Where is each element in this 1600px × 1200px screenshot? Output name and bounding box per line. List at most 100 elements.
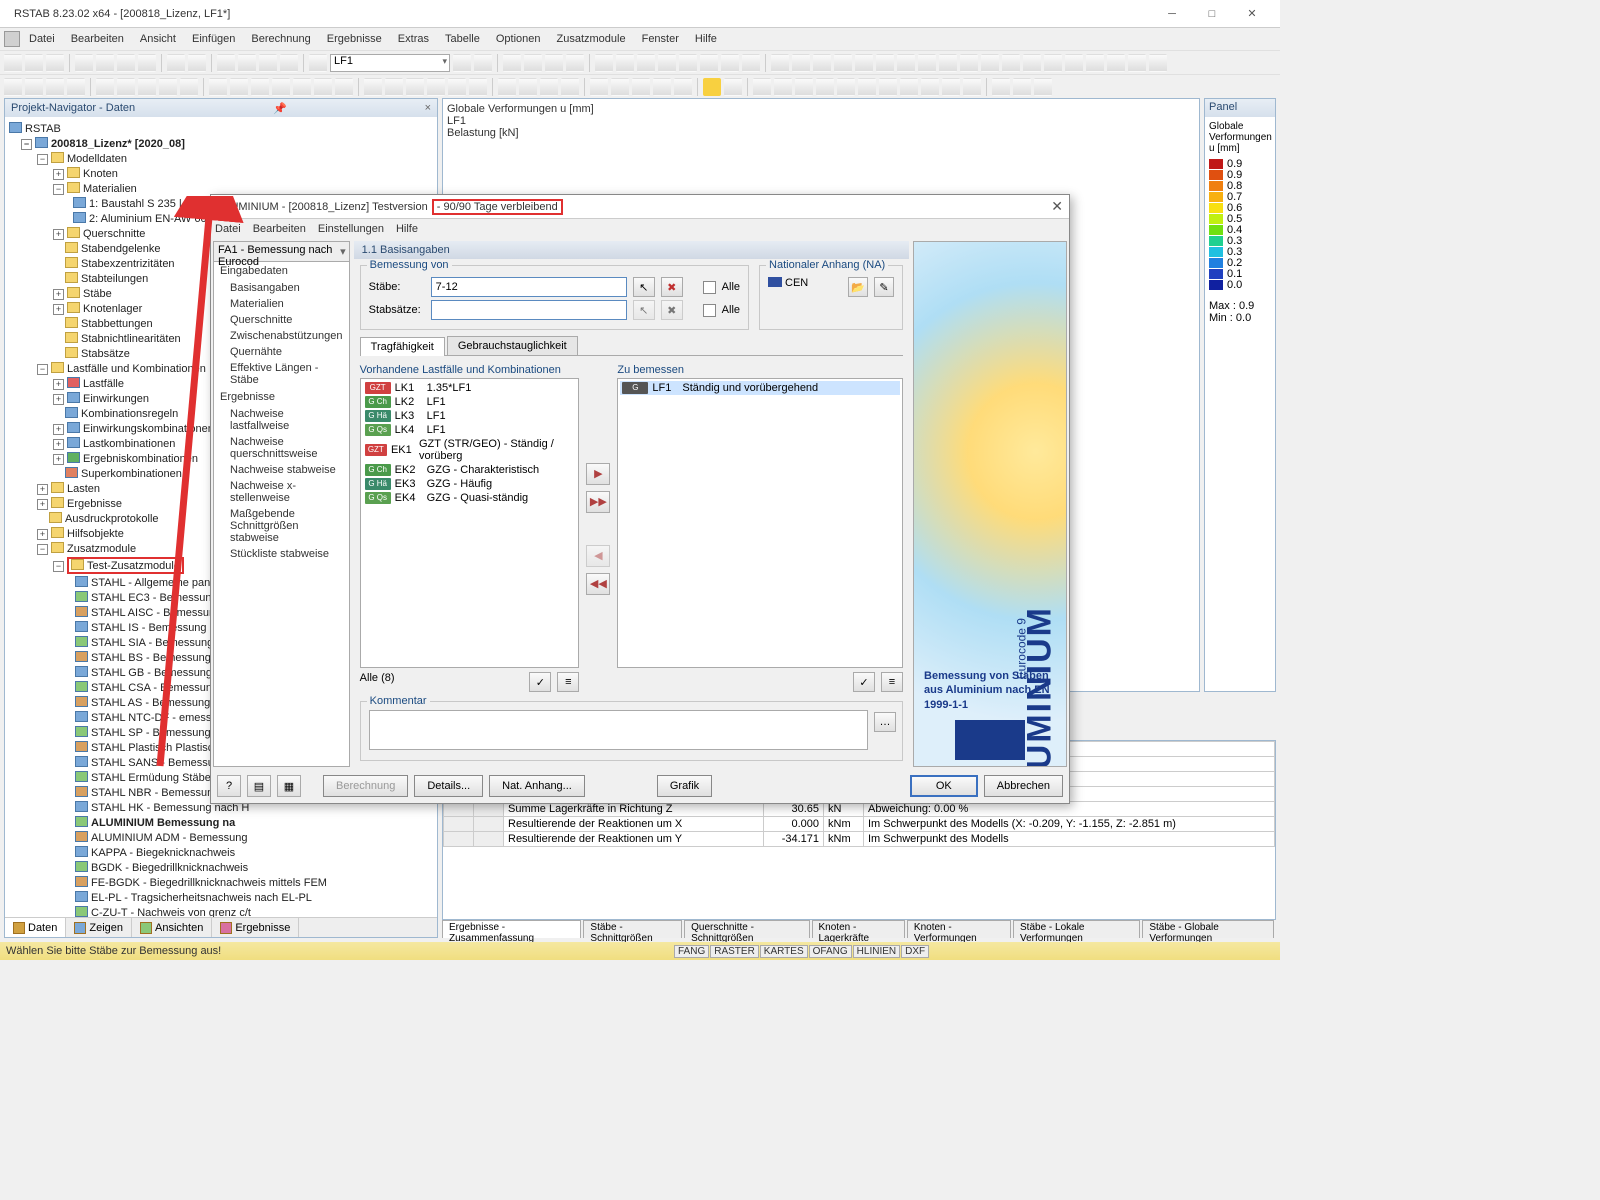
minimize-button[interactable]: ─ [1152,4,1192,24]
tb-y-icon[interactable] [918,54,936,72]
lf-item[interactable]: G ChLK2LF1 [363,395,577,409]
menu-zusatzmodule[interactable]: Zusatzmodule [550,31,633,47]
dmenu-einstellungen[interactable]: Einstellungen [318,223,384,235]
tb-e-icon[interactable] [309,54,327,72]
t2-p-icon[interactable] [335,78,353,96]
t2-g-icon[interactable] [138,78,156,96]
lf-item[interactable]: G HäEK3GZG - Häufig [363,477,577,491]
tb-print-icon[interactable] [75,54,93,72]
t2-ab-icon[interactable] [611,78,629,96]
sel-btn1-icon[interactable]: ✓ [853,672,875,692]
t2-ag-icon[interactable] [724,78,742,96]
t2-q-icon[interactable] [364,78,382,96]
module-item[interactable]: C-ZU-T - Nachweis von grenz c/t [7,905,435,917]
t2-aq-icon[interactable] [942,78,960,96]
na-combo[interactable]: CEN [768,277,842,297]
lf-item[interactable]: GZTLK11.35*LF1 [363,381,577,395]
tb-c-icon[interactable] [259,54,277,72]
tb-ag-icon[interactable] [1086,54,1104,72]
selected-list[interactable]: GLF1Ständig und vorübergehend [617,378,903,668]
tb-b-icon[interactable] [238,54,256,72]
nav-nw-x[interactable]: Nachweise x-stellenweise [214,478,349,506]
menu-extras[interactable]: Extras [391,31,436,47]
tb-x-icon[interactable] [897,54,915,72]
tb-m-icon[interactable] [658,54,676,72]
t2-v-icon[interactable] [469,78,487,96]
abbrechen-button[interactable]: Abbrechen [984,775,1063,797]
menu-fenster[interactable]: Fenster [635,31,686,47]
close-button[interactable]: ✕ [1232,4,1272,24]
nav-querschnitte[interactable]: Querschnitte [214,312,349,328]
move-right-icon[interactable]: ▶ [586,463,610,485]
module-item[interactable]: EL-PL - Tragsicherheitsnachweis nach EL-… [7,890,435,905]
t2-at-icon[interactable] [1013,78,1031,96]
menu-tabelle[interactable]: Tabelle [438,31,487,47]
tb-s-icon[interactable] [792,54,810,72]
tb-ad-icon[interactable] [1023,54,1041,72]
nat-anhang-button[interactable]: Nat. Anhang... [489,775,585,797]
clear-icon[interactable]: ✖ [661,277,683,297]
t2-ak-icon[interactable] [816,78,834,96]
menu-optionen[interactable]: Optionen [489,31,548,47]
t2-h-icon[interactable] [159,78,177,96]
expand-icon[interactable]: − [37,364,48,375]
tb-i-icon[interactable] [566,54,584,72]
tb-next-icon[interactable] [474,54,492,72]
tb-undo-icon[interactable] [167,54,185,72]
expand-icon[interactable]: + [53,169,64,180]
expand-icon[interactable]: + [37,484,48,495]
tb-open-icon[interactable] [25,54,43,72]
expand-icon[interactable]: − [53,184,64,195]
tb-l-icon[interactable] [637,54,655,72]
t2-i-icon[interactable] [180,78,198,96]
case-combo[interactable]: FA1 - Bemessung nach Eurocod [214,242,349,262]
menu-datei[interactable]: Datei [22,31,62,47]
t2-aa-icon[interactable] [590,78,608,96]
tb-f-icon[interactable] [503,54,521,72]
expand-icon[interactable]: + [53,424,64,435]
navigator-pin-icon[interactable]: 📌 [273,102,287,115]
grafik-button[interactable]: Grafik [657,775,712,797]
t2-an-icon[interactable] [879,78,897,96]
expand-icon[interactable]: + [53,379,64,390]
t2-ac-icon[interactable] [632,78,650,96]
t2-a-icon[interactable] [4,78,22,96]
t2-ae-icon[interactable] [674,78,692,96]
t2-m-icon[interactable] [272,78,290,96]
pick2-icon[interactable]: ↖ [633,300,655,320]
nav-tab-ansichten[interactable]: Ansichten [132,918,212,937]
tb-aj-icon[interactable] [1149,54,1167,72]
tb-j-icon[interactable] [595,54,613,72]
alle-sets-checkbox[interactable] [703,304,716,317]
expand-icon[interactable]: + [53,439,64,450]
footer-icon3[interactable]: ▦ [277,775,301,797]
menu-hilfe[interactable]: Hilfe [688,31,724,47]
move-all-left-icon[interactable]: ◀◀ [586,573,610,595]
lf-item[interactable]: GZTEK1GZT (STR/GEO) - Ständig / vorüberg [363,437,577,463]
lf-item[interactable]: G QsEK4GZG - Quasi-ständig [363,491,577,505]
status-tab[interactable]: OFANG [809,945,852,958]
tb-a-icon[interactable] [217,54,235,72]
tb-n-icon[interactable] [679,54,697,72]
tb-p-icon[interactable] [721,54,739,72]
t2-b-icon[interactable] [25,78,43,96]
nav-quernaehte[interactable]: Quernähte [214,344,349,360]
tb-aa-icon[interactable] [960,54,978,72]
nav-materialien[interactable]: Materialien [214,296,349,312]
nav-tab-daten[interactable]: Daten [5,918,66,937]
lf-combo[interactable]: LF1 [330,54,450,72]
tb-cut-icon[interactable] [96,54,114,72]
expand-icon[interactable]: + [53,304,64,315]
expand-icon[interactable]: − [53,561,64,572]
expand-icon[interactable]: + [53,394,64,405]
footer-icon2[interactable]: ▤ [247,775,271,797]
details-button[interactable]: Details... [414,775,483,797]
status-tab[interactable]: DXF [901,945,929,958]
t2-ao-icon[interactable] [900,78,918,96]
module-item[interactable]: FE-BGDK - Biegedrillknicknachweis mittel… [7,875,435,890]
tb-copy-icon[interactable] [117,54,135,72]
tb-u-icon[interactable] [834,54,852,72]
tb-z-icon[interactable] [939,54,957,72]
tb-save-icon[interactable] [46,54,64,72]
lf-item[interactable]: G ChEK2GZG - Charakteristisch [363,463,577,477]
